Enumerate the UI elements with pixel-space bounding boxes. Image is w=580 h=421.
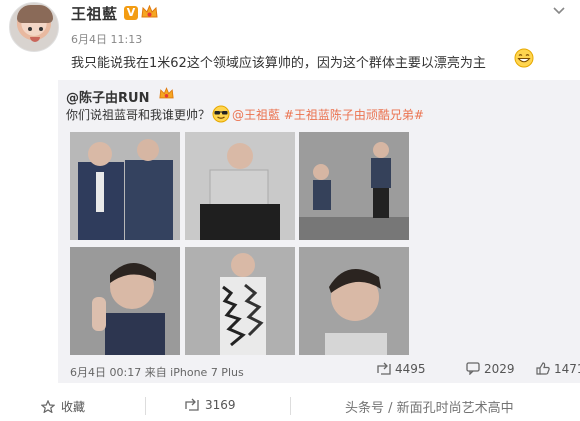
thumbs-up-icon — [536, 362, 550, 375]
share-count: 3169 — [205, 398, 236, 412]
like-count-button[interactable]: 14716 — [536, 362, 580, 376]
action-divider — [145, 397, 146, 415]
repost-text: 你们说祖蓝哥和我谁更帅？ — [66, 108, 211, 122]
photo-6[interactable] — [299, 247, 409, 355]
weibo-post: 王祖藍 V 6月4日 11:13 我只能说我在1米62这个领域应该算帅的，因为这… — [0, 0, 580, 421]
photo-4[interactable] — [70, 247, 180, 355]
post-time: 6月4日 11:13 — [71, 33, 143, 46]
repost-text-line: 你们说祖蓝哥和我谁更帅？ @王祖藍 #王祖蓝陈子由顽酷兄弟# — [66, 105, 424, 123]
topic-link[interactable]: #王祖蓝陈子由顽酷兄弟# — [284, 108, 424, 122]
post-text: 我只能说我在1米62这个领域应该算帅的，因为这个群体主要以漂亮为主 — [71, 56, 486, 71]
author-avatar[interactable] — [9, 2, 59, 52]
photo-1[interactable] — [70, 132, 180, 240]
like-count: 14716 — [554, 362, 580, 376]
favorite-button[interactable]: 收藏 — [40, 398, 86, 415]
repost-meta: 6月4日 00:17 来自 iPhone 7 Plus — [70, 366, 244, 379]
comment-count: 2029 — [484, 362, 515, 376]
photo-2[interactable] — [185, 132, 295, 240]
repost-block[interactable]: @陈子由RUN 你们说祖蓝哥和我谁更帅？ @王祖藍 #王祖蓝陈子由顽酷兄弟# 6… — [58, 80, 580, 383]
photo-5[interactable] — [185, 247, 295, 355]
share-button[interactable]: 3169 — [185, 398, 236, 412]
verified-badge-icon: V — [124, 6, 138, 20]
repost-count-button[interactable]: 4495 — [377, 362, 426, 376]
watermark-text: 头条号 / 新面孔时尚艺术高中 — [345, 401, 514, 416]
repost-count: 4495 — [395, 362, 426, 376]
vip-crown-icon — [141, 5, 158, 18]
star-icon — [40, 399, 56, 414]
repost-icon — [377, 362, 391, 375]
author-name[interactable]: 王祖藍 — [71, 3, 118, 24]
repost-icon — [185, 398, 199, 411]
action-divider — [290, 397, 291, 415]
favorite-label: 收藏 — [61, 400, 86, 414]
photo-3[interactable] — [299, 132, 409, 240]
mention-link[interactable]: @王祖藍 — [232, 108, 280, 122]
comment-icon — [466, 362, 480, 376]
grin-emoji-icon — [514, 48, 534, 68]
vip-crown-icon — [159, 87, 174, 99]
chevron-down-icon[interactable] — [552, 6, 566, 16]
repost-author[interactable]: @陈子由RUN — [66, 87, 149, 106]
cool-sunglasses-emoji-icon — [212, 105, 230, 123]
comment-count-button[interactable]: 2029 — [466, 362, 515, 376]
